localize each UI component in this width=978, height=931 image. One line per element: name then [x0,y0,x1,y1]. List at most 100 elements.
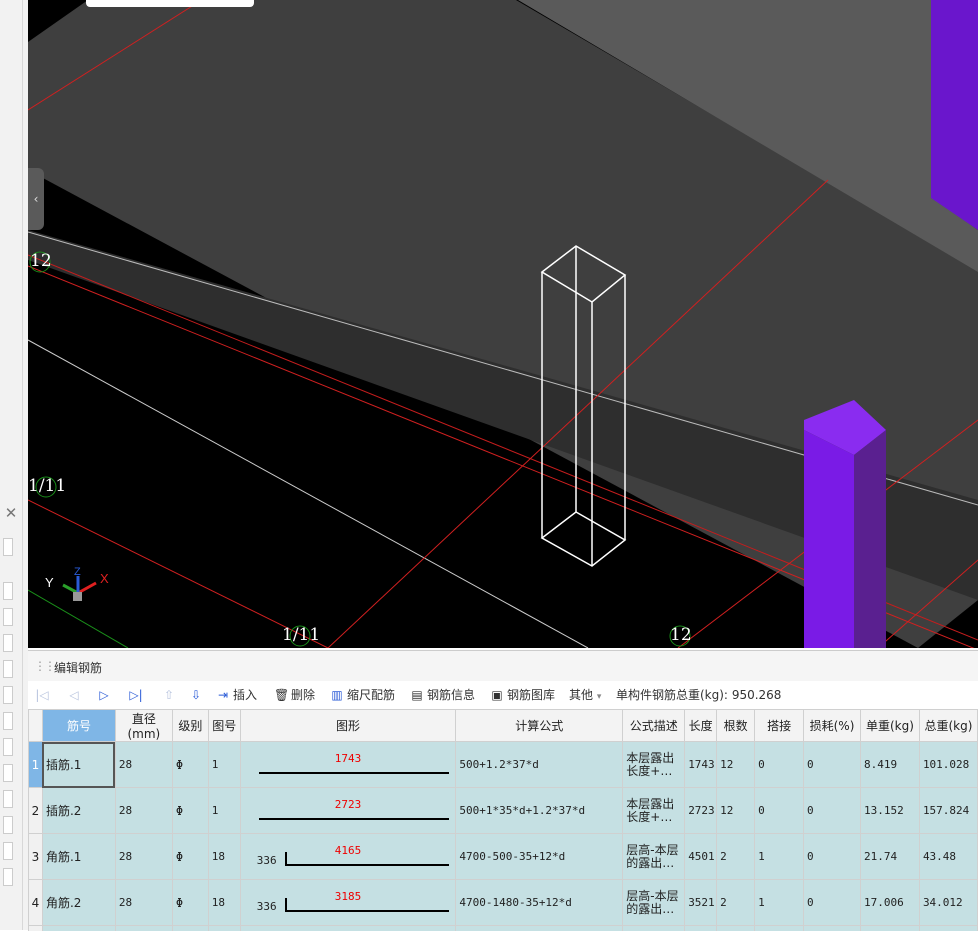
panel-slot[interactable] [3,842,13,860]
close-icon[interactable]: ✕ [2,504,20,522]
rebar-shape-cell[interactable]: 2723 [240,788,456,834]
grade-cell[interactable]: Φ [172,742,208,788]
diameter-cell[interactable]: 28 [115,834,172,880]
grade-cell[interactable]: Φ [172,788,208,834]
figure-number-cell[interactable]: 1 [208,788,240,834]
formula-description-cell[interactable]: 层高-本层的露出… [623,834,685,880]
total-weight-cell[interactable]: 157.824 [919,788,977,834]
count-cell[interactable]: 12 [717,742,755,788]
column-header[interactable]: 计算公式 [456,710,623,742]
rebar-shape-cell[interactable] [240,926,456,931]
column-header[interactable]: 图号 [208,710,240,742]
next-record-icon[interactable]: ▷ [96,686,112,704]
rebar-name-cell[interactable] [42,926,115,931]
panel-slot[interactable] [3,790,13,808]
loss-cell[interactable] [804,926,861,931]
table-row[interactable]: 3角筋.128Φ1833641654700-500-35+12*d层高-本层的露… [29,834,978,880]
unit-weight-cell[interactable]: 8.419 [860,742,919,788]
rebar-shape-cell[interactable]: 3363185 [240,880,456,926]
length-cell[interactable]: 1743 [685,742,717,788]
formula-description-cell[interactable]: 本层露出长度+… [623,742,685,788]
rebar-name-cell[interactable]: 插筋.1 [42,742,115,788]
table-row[interactable]: 层高-本层 [29,926,978,931]
panel-slot[interactable] [3,538,13,556]
count-cell[interactable] [717,926,755,931]
row-number[interactable]: 1 [29,742,43,788]
total-weight-cell[interactable]: 34.012 [919,880,977,926]
panel-slot[interactable] [3,764,13,782]
formula-description-cell[interactable]: 本层露出长度+… [623,788,685,834]
column-header[interactable]: 图形 [240,710,456,742]
other-dropdown[interactable]: 其他 ▾ [569,686,601,704]
lap-cell[interactable]: 1 [755,880,804,926]
grade-cell[interactable] [172,926,208,931]
table-row[interactable]: 2插筋.228Φ12723500+1*35*d+1.2*37*d本层露出长度+…… [29,788,978,834]
column-header[interactable]: 根数 [717,710,755,742]
loss-cell[interactable]: 0 [804,880,861,926]
column-header[interactable]: 长度 [685,710,717,742]
move-down-icon[interactable]: ⇩ [188,686,204,704]
panel-slot[interactable] [3,634,13,652]
length-cell[interactable] [685,926,717,931]
figure-number-cell[interactable] [208,926,240,931]
unit-weight-cell[interactable]: 17.006 [860,880,919,926]
delete-button[interactable]: 🗑删除 [274,686,315,704]
3d-viewport[interactable]: X Y Z 12 1/11 1/11 12 [28,0,978,648]
diameter-cell[interactable]: 28 [115,788,172,834]
rebar-name-cell[interactable]: 插筋.2 [42,788,115,834]
scale-rebar-button[interactable]: ▥缩尺配筋 [330,686,395,704]
formula-cell[interactable]: 4700-1480-35+12*d [456,880,623,926]
figure-number-cell[interactable]: 18 [208,880,240,926]
diameter-cell[interactable]: 28 [115,880,172,926]
row-number[interactable]: 3 [29,834,43,880]
lap-cell[interactable]: 1 [755,834,804,880]
panel-slot[interactable] [3,608,13,626]
figure-number-cell[interactable]: 1 [208,742,240,788]
last-record-icon[interactable]: ▷| [128,686,144,704]
row-number[interactable]: 2 [29,788,43,834]
drag-handle-icon[interactable]: ⋮⋮ [34,659,54,673]
lap-cell[interactable] [755,926,804,931]
column-header[interactable]: 级别 [172,710,208,742]
formula-cell[interactable]: 500+1.2*37*d [456,742,623,788]
grade-cell[interactable]: Φ [172,834,208,880]
collapse-panel-tab[interactable]: ‹ [28,168,44,230]
unit-weight-cell[interactable] [860,926,919,931]
insert-button[interactable]: ⇥插入 [216,686,257,704]
formula-description-cell[interactable]: 层高-本层 [623,926,685,931]
previous-record-icon[interactable]: ◁ [66,686,82,704]
column-header[interactable]: 公式描述 [623,710,685,742]
column-header[interactable]: 总重(kg) [919,710,977,742]
rebar-library-button[interactable]: ▣钢筋图库 [490,686,555,704]
rebar-name-cell[interactable]: 角筋.2 [42,880,115,926]
panel-slot[interactable] [3,686,13,704]
count-cell[interactable]: 2 [717,834,755,880]
panel-slot[interactable] [3,712,13,730]
rebar-shape-cell[interactable]: 3364165 [240,834,456,880]
row-number[interactable]: 4 [29,880,43,926]
panel-slot[interactable] [3,738,13,756]
loss-cell[interactable]: 0 [804,788,861,834]
length-cell[interactable]: 3521 [685,880,717,926]
row-number[interactable] [29,926,43,931]
rebar-shape-cell[interactable]: 1743 [240,742,456,788]
lap-cell[interactable]: 0 [755,742,804,788]
lap-cell[interactable]: 0 [755,788,804,834]
panel-slot[interactable] [3,660,13,678]
first-record-icon[interactable]: |◁ [34,686,50,704]
grade-cell[interactable]: Φ [172,880,208,926]
column-header[interactable]: 损耗(%) [804,710,861,742]
column-header[interactable]: 筋号 [42,710,115,742]
panel-slot[interactable] [3,582,13,600]
formula-cell[interactable] [456,926,623,931]
column-header[interactable]: 直径(mm) [115,710,172,742]
total-weight-cell[interactable]: 43.48 [919,834,977,880]
rebar-name-cell[interactable]: 角筋.1 [42,834,115,880]
loss-cell[interactable]: 0 [804,742,861,788]
total-weight-cell[interactable] [919,926,977,931]
formula-cell[interactable]: 500+1*35*d+1.2*37*d [456,788,623,834]
panel-slot[interactable] [3,816,13,834]
column-header[interactable]: 单重(kg) [860,710,919,742]
rebar-info-button[interactable]: ▤钢筋信息 [410,686,475,704]
count-cell[interactable]: 12 [717,788,755,834]
